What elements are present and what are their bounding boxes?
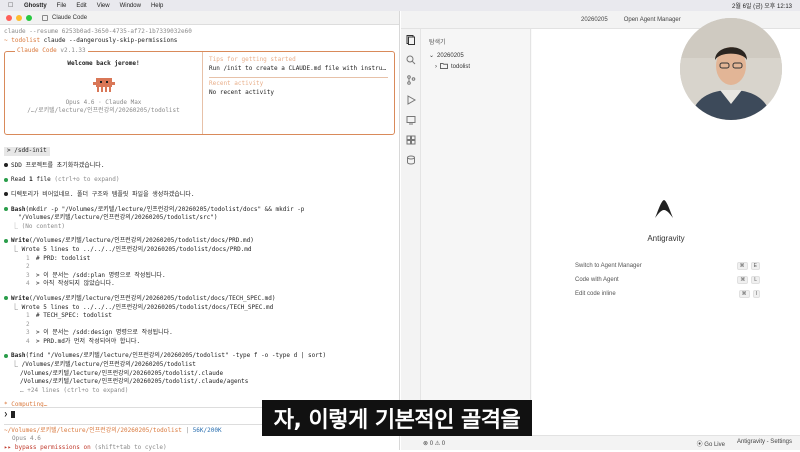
status-tokens: 56K/200K xyxy=(192,427,222,434)
problems-status[interactable]: ⊗ 0 ⚠ 0 xyxy=(423,440,445,447)
menu-edit[interactable]: Edit xyxy=(76,3,86,9)
menu-file[interactable]: File xyxy=(57,3,67,9)
recent-text: No recent activity xyxy=(209,88,275,96)
extensions-icon[interactable] xyxy=(406,135,416,145)
bypass-status[interactable]: ▸▸ bypass permissions on (shift+tab to c… xyxy=(4,444,396,452)
terminal-tab-icon xyxy=(42,14,48,21)
welcome-box-label: Claude Code v2.1.33 xyxy=(15,47,88,56)
write-tool-summary: ⎿ Wrote 5 lines to ../../../인프런강의/202602… xyxy=(12,303,274,311)
remote-explorer-icon[interactable] xyxy=(406,115,416,125)
minimize-window-button[interactable] xyxy=(16,14,22,21)
explorer-root[interactable]: ⌄ 20260205 xyxy=(421,50,530,61)
video-subtitle: 자, 이렇게 기본적인 골격을 xyxy=(262,400,532,436)
menu-window[interactable]: Window xyxy=(120,3,141,9)
open-agent-manager-button[interactable]: Open Agent Manager xyxy=(624,17,681,23)
bash-tool-line: Bash(mkdir -p "/Volumes/로키텔/lecture/인프런강… xyxy=(4,206,395,215)
menu-view[interactable]: View xyxy=(97,3,110,9)
terminal-title: Claude Code xyxy=(52,14,88,21)
find-result-line: ⎿ /Volumes/로키텔/lecture/인프런강의/20260205/to… xyxy=(12,361,196,369)
resume-line: claude --resume 6253b0ad-3650-4735-af72-… xyxy=(4,28,192,35)
file-preview-line: 2 xyxy=(26,320,30,328)
welcome-text: Welcome back jerome! xyxy=(67,60,140,68)
ide-project-name: 20260205 xyxy=(581,16,608,23)
recent-title: Recent activity xyxy=(209,80,264,88)
find-result-line: /Volumes/로키텔/lecture/인프런강의/20260205/todo… xyxy=(20,369,224,377)
explorer-icon[interactable] xyxy=(406,35,416,45)
file-preview-line: 3 > 이 문서는 /sdd:design 명령으로 작성됩니다. xyxy=(26,329,173,337)
menubar-clock[interactable]: 2월 6일 (금) 오후 12:13 xyxy=(732,1,792,10)
write-tool-line: Write(/Volumes/로키텔/lecture/인프런강의/2026020… xyxy=(4,295,395,304)
shortcut-edit-inline[interactable]: Edit code inline ⌘ I xyxy=(575,290,760,298)
assistant-message: SDD 프로젝트를 초기화하겠습니다. xyxy=(4,162,395,171)
file-preview-line: 2 xyxy=(26,263,30,271)
brand-name: Antigravity xyxy=(647,234,685,243)
status-model: Opus 4.6 xyxy=(12,435,41,443)
explorer-panel: 탐색기 ⌄ 20260205 › todolist xyxy=(421,29,531,435)
tips-text: Run /init to create a CLAUDE.md file wit… xyxy=(209,64,387,72)
welcome-panel: Welcome back jerome! Opus 4.6 · Claude M… xyxy=(5,52,203,135)
file-preview-line: 4 > 아직 작성되지 않았습니다. xyxy=(26,280,115,288)
status-path: ~/Volumes/로키텔/lecture/인프런강의/20260205/tod… xyxy=(4,427,182,434)
terminal-titlebar: Claude Code xyxy=(0,11,399,25)
write-tool-summary: ⎿ Wrote 5 lines to ../../../인프런강의/202602… xyxy=(12,245,252,253)
text-cursor xyxy=(11,411,16,418)
tips-title: Tips for getting started xyxy=(209,56,296,64)
bash-tool-line-cont: "/Volumes/로키텔/lecture/인프런강의/20260205/tod… xyxy=(18,214,218,222)
search-icon[interactable] xyxy=(406,55,416,65)
activity-bar xyxy=(401,29,421,435)
bash-tool-result: ⎿ (No content) xyxy=(12,222,65,230)
chevron-down-icon: ⌄ xyxy=(429,53,435,59)
terminal-output[interactable]: claude --resume 6253b0ad-3650-4735-af72-… xyxy=(0,25,399,410)
shortcut-code-with-agent[interactable]: Code with Agent ⌘ L xyxy=(575,276,760,284)
zoom-window-button[interactable] xyxy=(26,14,32,21)
claude-mascot-icon xyxy=(92,77,115,92)
slash-command: > /sdd-init xyxy=(4,147,50,156)
source-control-icon[interactable] xyxy=(406,75,416,85)
file-preview-line: 4 > PRD.md가 먼저 작성되어야 합니다. xyxy=(26,337,141,345)
database-icon[interactable] xyxy=(406,155,416,165)
menu-app[interactable]: Ghostty xyxy=(24,3,47,9)
assistant-message: 디렉토리가 비어있네요. 폴더 구조와 템플릿 파일을 생성하겠습니다. xyxy=(4,191,395,200)
menu-help[interactable]: Help xyxy=(151,3,163,9)
close-window-button[interactable] xyxy=(6,14,12,21)
settings-status[interactable]: Antigravity - Settings xyxy=(737,439,792,448)
file-preview-line: 1 # TECH_SPEC: todolist xyxy=(26,312,112,320)
antigravity-logo-icon xyxy=(655,200,673,218)
shortcut-agent-manager[interactable]: Switch to Agent Manager ⌘ E xyxy=(575,262,760,270)
write-tool-line: Write(/Volumes/로키텔/lecture/인프런강의/2026020… xyxy=(4,237,395,246)
chevron-right-icon: › xyxy=(435,64,437,70)
welcome-box: Claude Code v2.1.33 Welcome back jerome!… xyxy=(4,47,395,136)
terminal-window: Claude Code claude --resume 6253b0ad-365… xyxy=(0,11,400,452)
explorer-folder-todolist[interactable]: › todolist xyxy=(421,61,530,73)
file-preview-line: 1 # PRD: todolist xyxy=(26,254,91,262)
run-debug-icon[interactable] xyxy=(406,95,416,105)
menu-bar:  Ghostty File Edit View Window Help 2월 … xyxy=(0,0,800,11)
find-result-line: /Volumes/로키텔/lecture/인프런강의/20260205/todo… xyxy=(20,378,249,386)
bash-tool-line: Bash(find "/Volumes/로키텔/lecture/인프런강의/20… xyxy=(4,352,395,361)
prompt-symbol: ❯ xyxy=(4,411,8,418)
read-tool-line: Read 1 file (ctrl+o to expand) xyxy=(4,176,395,185)
cwd-info: /…/로키텔/lecture/인프런강의/20260205/todolist xyxy=(27,107,180,115)
explorer-title: 탐색기 xyxy=(429,40,446,46)
more-lines-hint: … +24 lines (ctrl+o to expand) xyxy=(20,386,129,394)
ide-status-bar: ⊗ 0 ⚠ 0 ⦿ Go Live Antigravity - Settings xyxy=(401,435,800,450)
launch-line: ~ todolist claude --dangerously-skip-per… xyxy=(4,36,178,44)
folder-icon xyxy=(440,63,448,71)
presenter-image xyxy=(680,18,782,120)
go-live-button[interactable]: ⦿ Go Live xyxy=(697,439,725,448)
tips-panel: Tips for getting started Run /init to cr… xyxy=(203,52,394,134)
webcam-overlay xyxy=(680,18,782,120)
apple-icon[interactable]:  xyxy=(8,2,14,9)
